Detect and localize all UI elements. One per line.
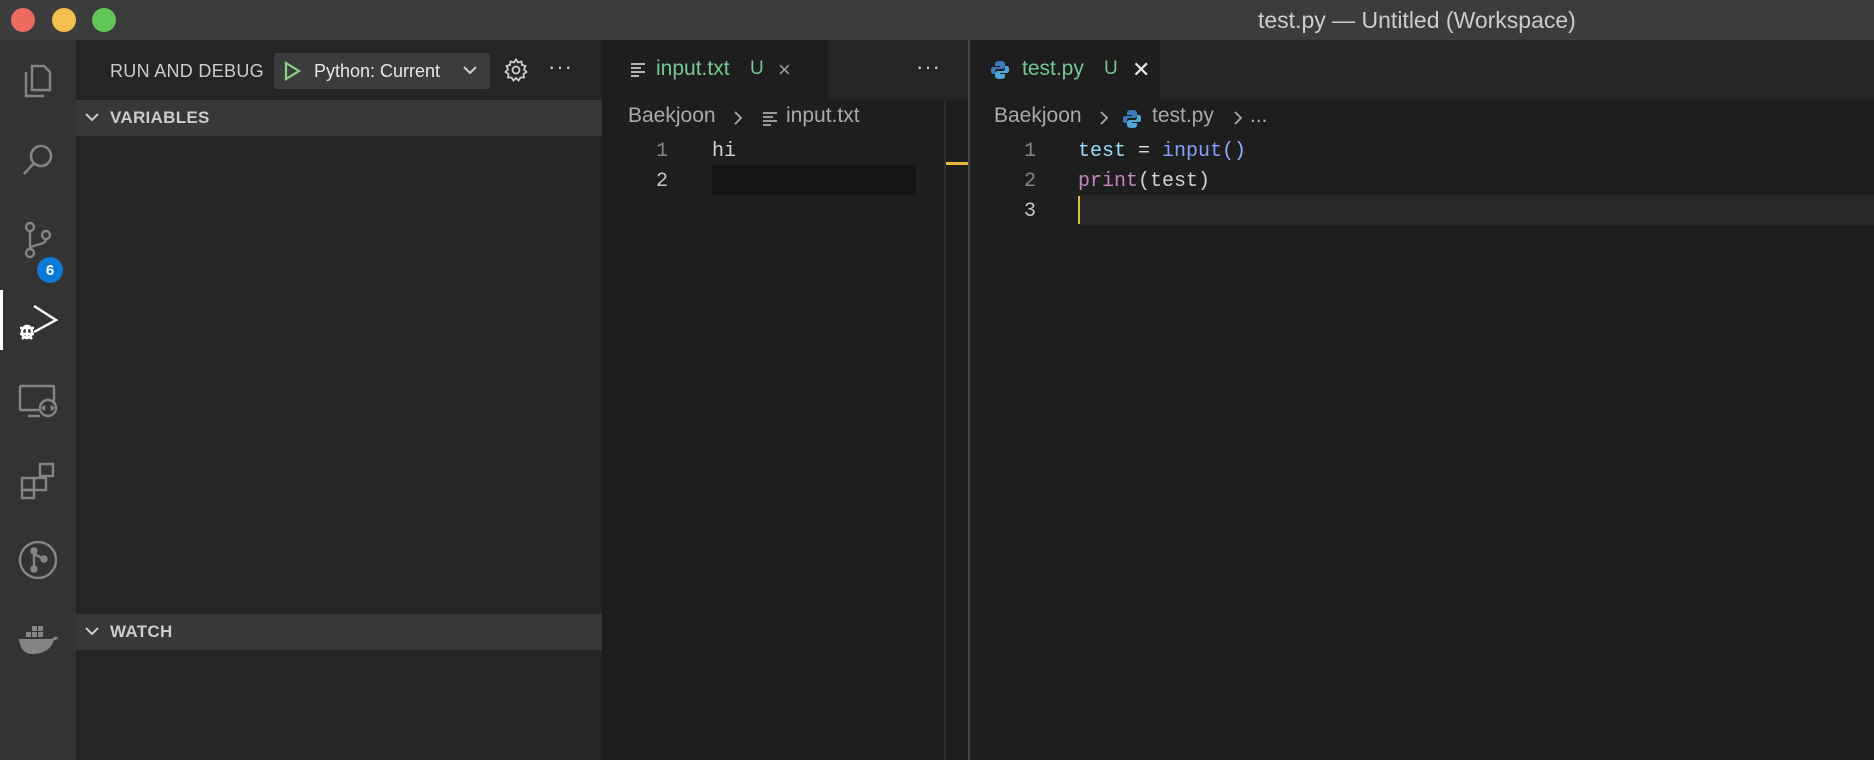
- breadcrumb-folder[interactable]: Baekjoon: [994, 104, 1082, 128]
- close-tab-button[interactable]: ✕: [1132, 57, 1150, 83]
- tab-input-txt[interactable]: input.txt U ×: [602, 40, 828, 100]
- sidebar-more-actions-button[interactable]: ···: [548, 54, 573, 80]
- activity-git-graph[interactable]: [0, 520, 76, 600]
- activity-remote-explorer[interactable]: [0, 360, 76, 440]
- text-cursor: [1078, 196, 1080, 224]
- source-control-badge: 6: [37, 257, 63, 283]
- search-icon: [23, 144, 53, 175]
- breadcrumb-file[interactable]: test.py: [1152, 104, 1214, 128]
- code-line: 3: [970, 196, 1870, 226]
- title-bar: test.py — Untitled (Workspace): [0, 0, 1874, 40]
- start-debugging-icon[interactable]: [282, 61, 302, 81]
- line-number: 3: [1023, 200, 1036, 223]
- debug-configuration-dropdown[interactable]: Python: Current: [274, 53, 490, 89]
- line-number: 2: [655, 170, 668, 193]
- activity-extensions[interactable]: [0, 440, 76, 520]
- breadcrumb-symbols[interactable]: ...: [1250, 104, 1268, 128]
- source-control-icon: [24, 221, 52, 259]
- untracked-indicator: U: [1104, 58, 1118, 79]
- variables-section-header[interactable]: VARIABLES: [76, 100, 602, 136]
- explorer-icon: [24, 64, 52, 98]
- chevron-down-icon: [85, 627, 99, 636]
- chevron-right-icon: [1234, 111, 1243, 125]
- breadcrumb-folder[interactable]: Baekjoon: [628, 104, 716, 128]
- text-file-icon: [631, 63, 645, 77]
- watch-section-label: WATCH: [110, 622, 173, 641]
- activity-bar: 6: [0, 40, 76, 760]
- git-graph-icon: [18, 540, 58, 580]
- remote-explorer-icon: [18, 384, 58, 418]
- code-line: 2: [602, 166, 942, 196]
- activity-run-and-debug[interactable]: [0, 280, 76, 360]
- breadcrumb-file[interactable]: input.txt: [786, 104, 860, 128]
- chevron-down-icon: [463, 66, 477, 75]
- activity-docker[interactable]: [0, 600, 76, 680]
- line-number: 1: [655, 140, 668, 163]
- line-number: 2: [1023, 170, 1036, 193]
- chevron-right-icon: [734, 111, 743, 125]
- minimap[interactable]: [944, 100, 946, 760]
- minimap-cursor-marker: [946, 162, 970, 165]
- gear-icon[interactable]: [504, 58, 528, 82]
- token-punctuation: (): [1222, 140, 1247, 163]
- tab-bar: input.txt U × ···: [602, 40, 968, 100]
- window-close-button[interactable]: [11, 8, 35, 32]
- python-icon: [991, 61, 1009, 79]
- python-icon: [1123, 110, 1141, 128]
- editor-group-right: test.py U ✕ Baekjoon test.py ... 1 test …: [970, 40, 1874, 760]
- code-line: 1 test = input(): [970, 136, 1870, 166]
- line-text: test = input(): [1078, 140, 1246, 163]
- tab-label: input.txt: [656, 57, 730, 80]
- editor-more-actions-button[interactable]: ···: [916, 54, 941, 80]
- text-file-icon: [763, 112, 777, 126]
- activity-search[interactable]: [0, 120, 76, 200]
- token-variable: test: [1078, 140, 1127, 163]
- window-maximize-button[interactable]: [92, 8, 116, 32]
- run-and-debug-icon: [20, 304, 59, 340]
- watch-section-header[interactable]: WATCH: [76, 614, 602, 650]
- chevron-right-icon: [1100, 111, 1109, 125]
- line-number: 1: [1023, 140, 1036, 163]
- tab-bar: test.py U ✕: [970, 40, 1874, 100]
- sidebar-header: RUN AND DEBUG Python: Current ···: [76, 40, 602, 100]
- run-and-debug-sidebar: RUN AND DEBUG Python: Current ··· VARIAB…: [76, 40, 602, 760]
- debug-configuration-label: Python: Current: [314, 61, 441, 81]
- code-line: 2 print(test): [970, 166, 1870, 196]
- docker-icon: [19, 626, 58, 654]
- token-function: print: [1078, 170, 1139, 193]
- chevron-down-icon: [85, 113, 99, 122]
- line-text: print(test): [1078, 170, 1210, 193]
- close-tab-button[interactable]: ×: [778, 57, 791, 83]
- window-minimize-button[interactable]: [52, 8, 76, 32]
- editor-group-left: input.txt U × ··· Baekjoon input.txt 1 h…: [602, 40, 970, 760]
- sidebar-title: RUN AND DEBUG: [110, 61, 264, 81]
- token-arguments: (test): [1138, 170, 1211, 193]
- tab-label: test.py: [1022, 57, 1084, 80]
- untracked-indicator: U: [750, 58, 764, 79]
- extensions-icon: [20, 462, 55, 500]
- variables-section-label: VARIABLES: [110, 108, 210, 127]
- window-title: test.py — Untitled (Workspace): [1258, 7, 1576, 33]
- token-function: input: [1162, 140, 1223, 163]
- activity-explorer[interactable]: [0, 40, 76, 120]
- token-operator: =: [1126, 140, 1163, 163]
- code-line: 1 hi: [602, 136, 942, 166]
- tab-test-py[interactable]: test.py U ✕: [970, 40, 1160, 100]
- line-text: hi: [712, 140, 737, 163]
